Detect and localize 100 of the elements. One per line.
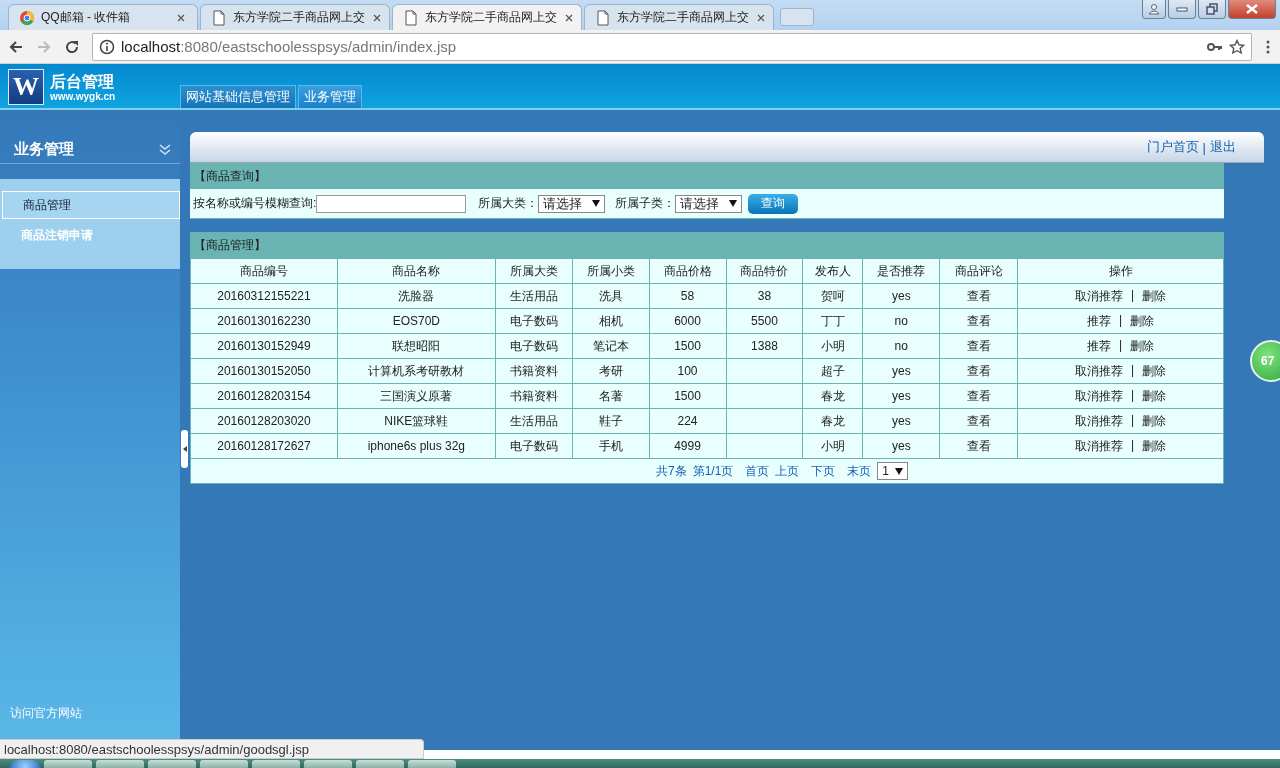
taskbar-button[interactable] bbox=[304, 760, 352, 768]
browser-tab[interactable]: 东方学院二手商品网上交 bbox=[200, 4, 390, 30]
close-button[interactable] bbox=[1228, 0, 1276, 19]
column-header: 所属小类 bbox=[572, 258, 650, 284]
table-cell: 1500 bbox=[674, 389, 701, 403]
info-icon bbox=[99, 38, 115, 55]
prev-page-link[interactable]: 上页 bbox=[775, 462, 800, 480]
nav-tab[interactable]: 网站基础信息管理 bbox=[180, 85, 296, 108]
view-link[interactable]: 查看 bbox=[966, 313, 991, 328]
table-cell: 电子数码 bbox=[509, 313, 558, 328]
view-link[interactable]: 查看 bbox=[966, 388, 991, 403]
table-cell: 三国演义原著 bbox=[380, 388, 453, 403]
delete-link[interactable]: 删除 bbox=[1142, 437, 1167, 455]
taskbar-button[interactable] bbox=[356, 760, 404, 768]
table-cell: 考研 bbox=[598, 363, 623, 378]
first-page-link[interactable]: 首页 bbox=[745, 462, 770, 480]
app-subtitle: www.wygk.cn bbox=[50, 90, 116, 102]
profile-button[interactable] bbox=[1142, 0, 1166, 19]
category-select[interactable]: 请选择 bbox=[538, 194, 606, 213]
browser-tab[interactable]: 东方学院二手商品网上交 bbox=[392, 4, 582, 30]
view-link[interactable]: 查看 bbox=[966, 288, 991, 303]
delete-link[interactable]: 删除 bbox=[1130, 312, 1155, 330]
delete-link[interactable]: 删除 bbox=[1130, 337, 1155, 355]
menu-button[interactable] bbox=[1264, 38, 1272, 55]
page-select[interactable]: 1 bbox=[877, 462, 909, 480]
table-cell: 5500 bbox=[751, 314, 778, 328]
table-cell: 20160128203154 bbox=[217, 389, 311, 403]
last-page-link[interactable]: 末页 bbox=[847, 462, 872, 480]
portal-home-link[interactable]: 门户首页 bbox=[1146, 138, 1199, 156]
browser-tab[interactable]: QQ邮箱 - 收件箱 bbox=[8, 4, 198, 30]
collapse-handle[interactable] bbox=[181, 430, 188, 468]
table-cell: 春龙 bbox=[820, 388, 845, 403]
view-link[interactable]: 查看 bbox=[966, 438, 991, 453]
separator: | bbox=[1131, 287, 1135, 304]
column-header: 发布人 bbox=[802, 258, 863, 284]
menu-icon bbox=[1264, 38, 1272, 55]
separator: | bbox=[1202, 139, 1206, 155]
delete-link[interactable]: 删除 bbox=[1142, 387, 1167, 405]
forward-button[interactable] bbox=[36, 38, 52, 55]
minimize-button[interactable] bbox=[1168, 0, 1196, 19]
panel-title: 【商品管理】 bbox=[190, 232, 1224, 258]
restore-icon bbox=[1206, 3, 1218, 15]
restore-button[interactable] bbox=[1198, 0, 1226, 19]
delete-link[interactable]: 删除 bbox=[1142, 412, 1167, 430]
recommend-link[interactable]: 取消推荐 bbox=[1075, 362, 1123, 380]
table-cell: 洗脸器 bbox=[398, 288, 435, 303]
logout-link[interactable]: 退出 bbox=[1210, 138, 1236, 156]
table-cell: 20160128172627 bbox=[217, 439, 311, 453]
table-cell: 小明 bbox=[820, 338, 845, 353]
table-cell: 书籍资料 bbox=[509, 388, 558, 403]
table-cell: 生活用品 bbox=[509, 413, 558, 428]
new-tab-button[interactable] bbox=[780, 8, 814, 26]
column-header: 商品评论 bbox=[939, 258, 1018, 284]
page-icon bbox=[211, 9, 227, 26]
dropdown-arrow-icon bbox=[592, 200, 601, 207]
table-cell: 小明 bbox=[820, 438, 845, 453]
table-cell: yes bbox=[891, 389, 911, 403]
view-link[interactable]: 查看 bbox=[966, 338, 991, 353]
taskbar-button[interactable] bbox=[408, 760, 456, 768]
column-header: 商品名称 bbox=[337, 258, 496, 284]
reload-button[interactable] bbox=[64, 38, 80, 55]
subcategory-select[interactable]: 请选择 bbox=[675, 194, 743, 213]
start-button[interactable] bbox=[10, 760, 40, 768]
collapse-button[interactable] bbox=[158, 142, 172, 156]
taskbar-button[interactable] bbox=[96, 760, 144, 768]
taskbar-button[interactable] bbox=[44, 760, 92, 768]
recommend-link[interactable]: 推荐 bbox=[1087, 312, 1111, 330]
table-cell: 电子数码 bbox=[509, 438, 558, 453]
browser-tab[interactable]: 东方学院二手商品网上交 bbox=[584, 4, 774, 30]
table-cell: yes bbox=[891, 364, 911, 378]
double-chevron-icon bbox=[158, 142, 172, 156]
column-header: 商品编号 bbox=[190, 258, 338, 284]
taskbar-button[interactable] bbox=[200, 760, 248, 768]
table-cell: 20160130162230 bbox=[217, 314, 311, 328]
separator: | bbox=[1131, 362, 1135, 379]
column-header: 所属大类 bbox=[495, 258, 573, 284]
page-icon bbox=[403, 9, 419, 26]
view-link[interactable]: 查看 bbox=[966, 363, 991, 378]
recommend-link[interactable]: 取消推荐 bbox=[1075, 412, 1123, 430]
recommend-link[interactable]: 取消推荐 bbox=[1075, 287, 1123, 305]
view-link[interactable]: 查看 bbox=[966, 413, 991, 428]
table-cell: yes bbox=[891, 414, 911, 428]
table-cell: 笔记本 bbox=[592, 338, 629, 353]
delete-link[interactable]: 删除 bbox=[1142, 287, 1167, 305]
taskbar-button[interactable] bbox=[252, 760, 300, 768]
next-page-link[interactable]: 下页 bbox=[811, 462, 836, 480]
logo-letter: W bbox=[8, 69, 44, 105]
recommend-link[interactable]: 取消推荐 bbox=[1075, 387, 1123, 405]
search-field[interactable] bbox=[316, 194, 467, 213]
recommend-link[interactable]: 取消推荐 bbox=[1075, 437, 1123, 455]
recommend-link[interactable]: 推荐 bbox=[1087, 337, 1111, 355]
taskbar-button[interactable] bbox=[148, 760, 196, 768]
delete-link[interactable]: 删除 bbox=[1142, 362, 1167, 380]
address-bar[interactable]: localhost:8080/eastschoolesspsys/admin/index.jsp bbox=[92, 32, 1252, 61]
field-label: 按名称或编号模糊查询: bbox=[193, 195, 317, 212]
table-cell: 电子数码 bbox=[509, 338, 558, 353]
column-header: 是否推荐 bbox=[862, 258, 940, 284]
back-button[interactable] bbox=[8, 38, 24, 55]
table-cell: 100 bbox=[677, 364, 698, 378]
sidebar-item[interactable]: 商品管理 bbox=[2, 191, 180, 219]
